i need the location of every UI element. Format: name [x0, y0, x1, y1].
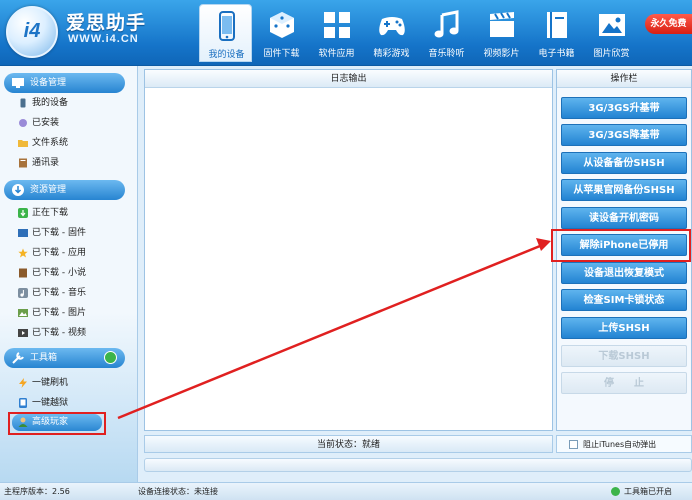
log-panel: 日志输出: [144, 69, 553, 431]
contacts-icon: [19, 158, 27, 168]
block-itunes-checkbox[interactable]: [569, 440, 578, 449]
nav-label: 精彩游戏: [373, 49, 410, 59]
nav-label: 电子书籍: [538, 49, 575, 59]
book-icon: [547, 12, 567, 38]
highlight-box-advanced-player: [8, 412, 106, 435]
read-boot-password-button[interactable]: 读设备开机密码: [561, 207, 687, 229]
highlight-box-unlock-button: [551, 229, 691, 262]
nav-music[interactable]: 音乐聆听: [420, 4, 473, 62]
installed-icon: [19, 119, 27, 127]
nav-label: 软件应用: [318, 49, 355, 59]
phone-icon: [20, 98, 26, 108]
category-device-management[interactable]: 设备管理: [4, 73, 125, 93]
music-note-icon: [434, 10, 459, 38]
title-bar: i4 爱思助手 WWW.i4.CN 我的设备 固件下载 软件应用 精彩游戏 音乐…: [0, 0, 692, 66]
video-icon: [18, 329, 28, 337]
nav-ebooks[interactable]: 电子书籍: [530, 4, 583, 62]
nav-apps[interactable]: 软件应用: [310, 4, 363, 62]
exit-recovery-mode-button[interactable]: 设备退出恢复模式: [561, 262, 687, 284]
category-resource-management[interactable]: 资源管理: [4, 180, 125, 200]
app-brand: 爱思助手: [66, 12, 147, 34]
phone-icon: [219, 11, 235, 41]
current-status: 当前状态：就绪: [144, 435, 553, 453]
music-icon: [18, 288, 28, 298]
download-icon: [18, 208, 28, 218]
nav-label: 固件下载: [263, 49, 300, 59]
free-badge: 永久免费: [645, 14, 692, 34]
app-url: WWW.i4.CN: [68, 33, 139, 45]
downgrade-baseband-button[interactable]: 3G/3GS降基带: [561, 124, 687, 146]
block-itunes-option[interactable]: 阻止iTunes自动弹出: [556, 435, 692, 453]
bottom-progress-bar: [144, 458, 692, 472]
log-title: 日志输出: [145, 70, 552, 88]
monitor-icon: [12, 78, 24, 88]
nav-label: 图片欣赏: [593, 49, 630, 59]
image-icon: [18, 309, 28, 317]
nav-games[interactable]: 精彩游戏: [365, 4, 418, 62]
app-version: 主程序版本：2.56: [4, 487, 70, 496]
star-icon: [18, 248, 28, 258]
nav-pictures[interactable]: 图片欣赏: [585, 4, 638, 62]
download-circle-icon: [12, 184, 24, 196]
lightning-icon: [19, 378, 27, 388]
picture-icon: [599, 14, 625, 36]
check-sim-lock-button[interactable]: 检查SIM卡锁状态: [561, 289, 687, 311]
toolbox-status: 工具箱已开启: [624, 487, 672, 496]
folder-icon: [18, 140, 28, 147]
clapperboard-icon: [490, 12, 514, 37]
connection-status: 设备连接状态：未连接: [138, 487, 218, 496]
operations-title: 操作栏: [557, 70, 691, 88]
toolbox-status-icon: [611, 487, 620, 496]
upload-shsh-button[interactable]: 上传SHSH: [561, 317, 687, 339]
cube-icon: [270, 12, 294, 38]
jailbreak-icon: [19, 398, 27, 408]
upgrade-baseband-button[interactable]: 3G/3GS升基带: [561, 97, 687, 119]
app-logo: i4: [6, 6, 58, 58]
tools-icon: [12, 352, 24, 364]
backup-shsh-device-button[interactable]: 从设备备份SHSH: [561, 152, 687, 174]
ios-icon: [18, 229, 28, 237]
nav-firmware[interactable]: 固件下载: [255, 4, 308, 62]
nav-label: 音乐聆听: [428, 49, 465, 59]
toolbox-enabled-check-icon: [104, 351, 117, 364]
gamepad-icon: [379, 17, 405, 36]
nav-my-device[interactable]: 我的设备: [199, 4, 252, 62]
nav-label: 我的设备: [208, 50, 245, 60]
status-footer: 主程序版本：2.56 设备连接状态：未连接 工具箱已开启: [0, 482, 692, 500]
download-shsh-button[interactable]: 下载SHSH: [561, 345, 687, 367]
stop-button[interactable]: 停 止: [561, 372, 687, 394]
backup-shsh-apple-button[interactable]: 从苹果官网备份SHSH: [561, 179, 687, 201]
nav-video[interactable]: 视频影片: [475, 4, 528, 62]
book-icon: [19, 268, 27, 278]
nav-label: 视频影片: [483, 49, 520, 59]
apps-grid-icon: [324, 12, 350, 38]
